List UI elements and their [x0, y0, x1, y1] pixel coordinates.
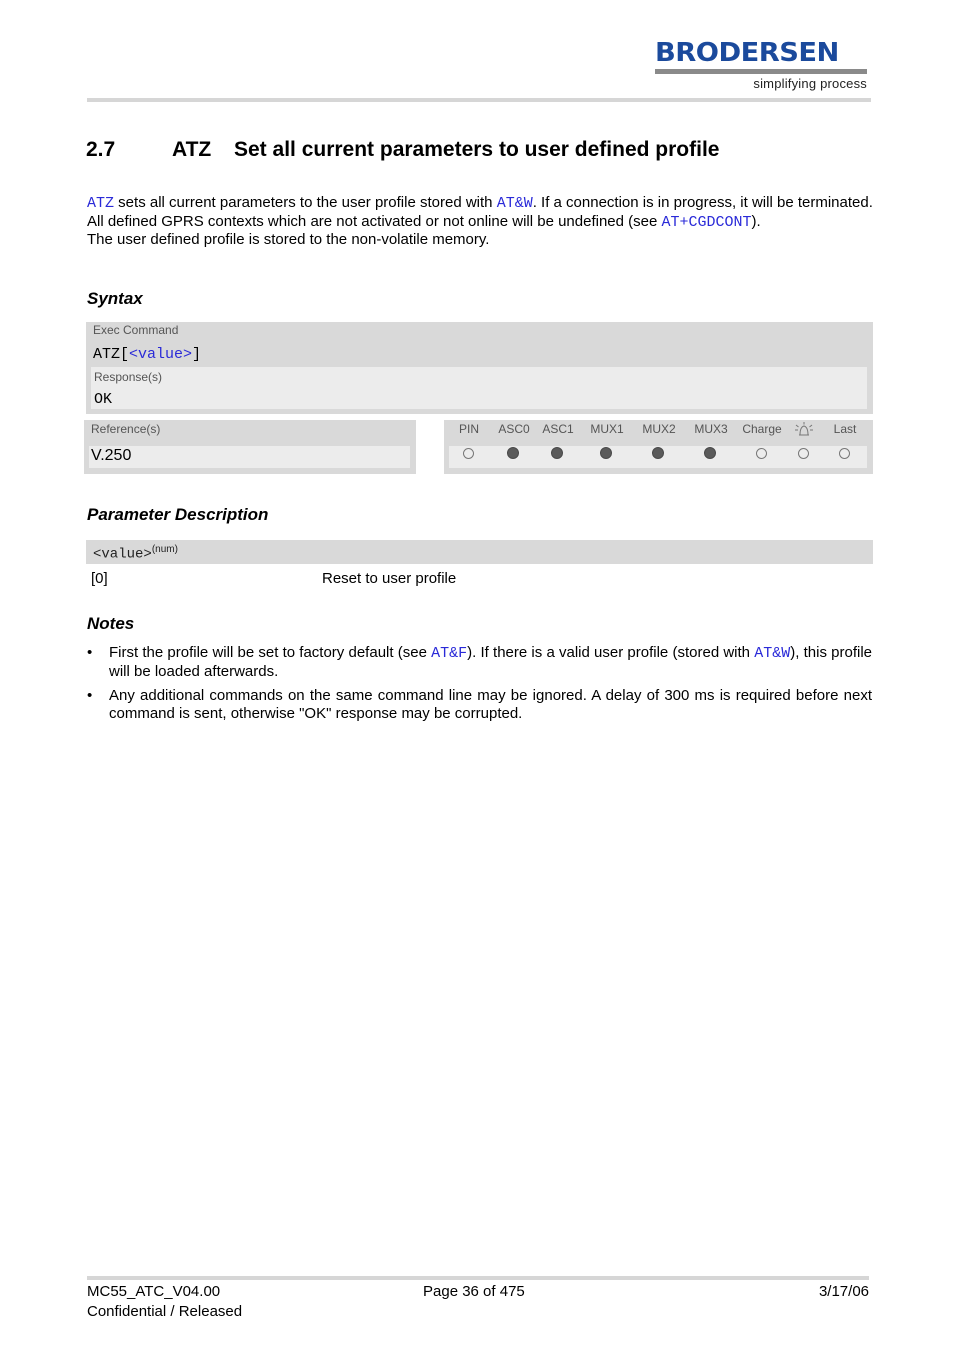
logo-bar	[655, 69, 867, 74]
intro-text: . If a connection is in progress, it wil…	[532, 194, 873, 211]
section-title: 2.7 ATZ Set all current parameters to user…	[86, 138, 719, 162]
flag-filled-dot	[704, 447, 716, 459]
link-at-w[interactable]: AT&W	[754, 645, 790, 662]
flag-label: MUX1	[590, 422, 624, 436]
exec-command: ATZ[<value>]	[93, 346, 201, 363]
parameter-type: (num)	[151, 544, 178, 555]
intro-line-3: The user defined profile is stored to th…	[87, 231, 490, 248]
intro-text: ).	[751, 212, 761, 230]
parameter-header: <value>(num)	[86, 540, 873, 564]
availability-flags: PIN ASC0 ASC1 MUX1 MUX2 MUX3 Charge Last	[444, 420, 873, 474]
syntax-heading: Syntax	[87, 289, 143, 308]
alarm-bell-icon	[795, 422, 813, 436]
intro-line-1: ATZ sets all current parameters to the u…	[87, 194, 873, 213]
footer-doc-id: MC55_ATC_V04.00	[87, 1283, 221, 1300]
flag-filled-dot	[652, 447, 664, 459]
parameter-name: <value>(num)	[93, 544, 178, 563]
reference-label: Reference(s)	[91, 422, 161, 436]
intro-line-2: All defined GPRS contexts which are not …	[87, 213, 873, 232]
reference-value: V.250	[91, 447, 132, 464]
intro-text: sets all current parameters to the user …	[114, 194, 497, 211]
footer-page-number: Page 36 of 475	[423, 1283, 525, 1300]
flag-empty-dot	[463, 448, 474, 459]
link-atz[interactable]: ATZ	[87, 195, 114, 212]
flag-empty-dot	[839, 448, 850, 459]
section-title-text: Set all current parameters to user defin…	[234, 138, 720, 161]
note-item: • First the profile will be set to factor…	[87, 644, 872, 681]
flag-filled-dot	[551, 447, 563, 459]
parameter-description-heading: Parameter Description	[87, 505, 269, 524]
intro-paragraph: ATZ sets all current parameters to the u…	[87, 194, 873, 249]
notes-list: • First the profile will be set to factor…	[87, 644, 872, 729]
header-divider	[87, 98, 871, 102]
parameter-value-description: Reset to user profile	[322, 570, 457, 587]
note-text: First the profile will be set to factory…	[109, 644, 432, 661]
exec-command-text: ATZ[	[93, 346, 130, 363]
brodersen-logo: BRODERSEN simplifying process	[655, 40, 867, 92]
reference-box: Reference(s) V.250	[84, 420, 416, 474]
logo-wordmark: BRODERSEN	[655, 38, 839, 68]
bullet: •	[87, 644, 93, 661]
note-text: ). If there is a valid user profile (sto…	[467, 644, 755, 661]
link-at-w[interactable]: AT&W	[497, 195, 533, 212]
exec-command-label: Exec Command	[93, 323, 179, 337]
link-at-f[interactable]: AT&F	[431, 645, 467, 662]
syntax-box: Exec Command ATZ[<value>] Response(s) OK	[86, 322, 873, 414]
footer-divider	[87, 1276, 869, 1280]
note-text: Any additional commands on the same comm…	[109, 687, 872, 722]
flag-empty-dot	[756, 448, 767, 459]
intro-text: All defined GPRS contexts which are not …	[87, 212, 662, 230]
bullet: •	[87, 687, 93, 704]
section-command: ATZ	[172, 138, 212, 161]
link-value-param[interactable]: <value>	[129, 346, 192, 363]
response-value: OK	[94, 391, 113, 408]
reference-value-box: V.250	[89, 446, 410, 468]
flag-empty-dot	[798, 448, 809, 459]
note-item: • Any additional commands on the same com…	[87, 687, 872, 723]
parameter-name-text: <value>	[93, 546, 152, 563]
flag-label: MUX2	[642, 422, 676, 436]
footer-date: 3/17/06	[818, 1283, 869, 1300]
section-number: 2.7	[86, 138, 116, 161]
logo-tagline: simplifying process	[753, 76, 867, 91]
response-label: Response(s)	[94, 370, 163, 384]
parameter-value: [0]	[91, 570, 108, 587]
flag-filled-dot	[600, 447, 612, 459]
footer-status: Confidential / Released	[87, 1303, 243, 1320]
exec-command-text: ]	[192, 346, 202, 363]
notes-heading: Notes	[87, 614, 135, 633]
flag-label: Last	[833, 422, 857, 436]
response-box: Response(s) OK	[91, 367, 867, 409]
link-at-cgdcont[interactable]: AT+CGDCONT	[662, 214, 752, 231]
flag-filled-dot	[507, 447, 519, 459]
flag-label: Charge	[742, 422, 782, 436]
